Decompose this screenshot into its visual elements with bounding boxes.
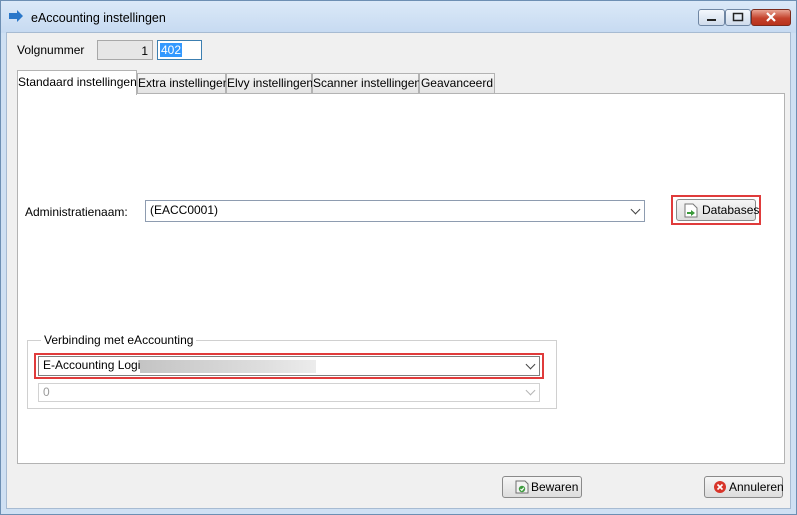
minimize-button[interactable] <box>698 9 725 26</box>
tab-standaard-instellingen[interactable]: Standaard instellingen <box>17 70 137 95</box>
secondary-select[interactable]: 0 <box>38 383 540 402</box>
close-button[interactable] <box>751 9 791 26</box>
databases-label: Databases <box>702 203 760 217</box>
save-label: Bewaren <box>531 480 579 494</box>
save-button[interactable]: Bewaren <box>502 476 582 498</box>
maximize-icon <box>732 12 744 22</box>
close-icon <box>766 12 776 22</box>
secondary-value: 0 <box>43 385 50 399</box>
database-document-icon <box>684 203 698 218</box>
volgnummer-field: 1 <box>97 40 153 60</box>
cancel-label: Annuleren <box>729 480 784 494</box>
databases-button[interactable]: Databases <box>676 199 760 221</box>
minimize-icon <box>707 19 716 21</box>
next-number-value: 402 <box>160 43 183 57</box>
maximize-button[interactable] <box>725 9 751 26</box>
administratie-select[interactable]: (EACC0001) <box>145 200 645 222</box>
volgnummer-value: 1 <box>141 44 148 58</box>
administratie-value: (EACC0001) <box>150 203 219 217</box>
arrow-app-icon <box>9 10 23 22</box>
cancel-icon <box>714 481 726 493</box>
tab-extra-instellingen[interactable]: Extra instellingen <box>137 73 229 93</box>
tab-geavanceerd[interactable]: Geavanceerd <box>419 73 495 93</box>
connection-group-title: Verbinding met eAccounting <box>41 333 197 347</box>
login-value: E-Accounting Login <box>43 358 148 372</box>
login-select[interactable]: E-Accounting Login <box>38 356 540 376</box>
window-title: eAccounting instellingen <box>31 11 166 25</box>
cancel-button[interactable]: Annuleren <box>704 476 784 498</box>
tab-elvy-instellingen[interactable]: Elvy instellingen <box>226 73 313 93</box>
volgnummer-label: Volgnummer <box>17 43 85 57</box>
dialog-body: Volgnummer 1 402 Standaard instellingen … <box>6 32 791 509</box>
next-number-field[interactable]: 402 <box>157 40 202 60</box>
tab-scanner-instellingen[interactable]: Scanner instellingen <box>312 73 421 93</box>
redacted-account <box>140 360 316 373</box>
chevron-down-icon <box>525 385 536 396</box>
save-icon <box>515 480 529 494</box>
chevron-down-icon <box>525 359 536 370</box>
administratie-label: Administratienaam: <box>25 205 128 219</box>
chevron-down-icon <box>630 204 641 215</box>
title-bar[interactable]: eAccounting instellingen <box>1 1 796 33</box>
